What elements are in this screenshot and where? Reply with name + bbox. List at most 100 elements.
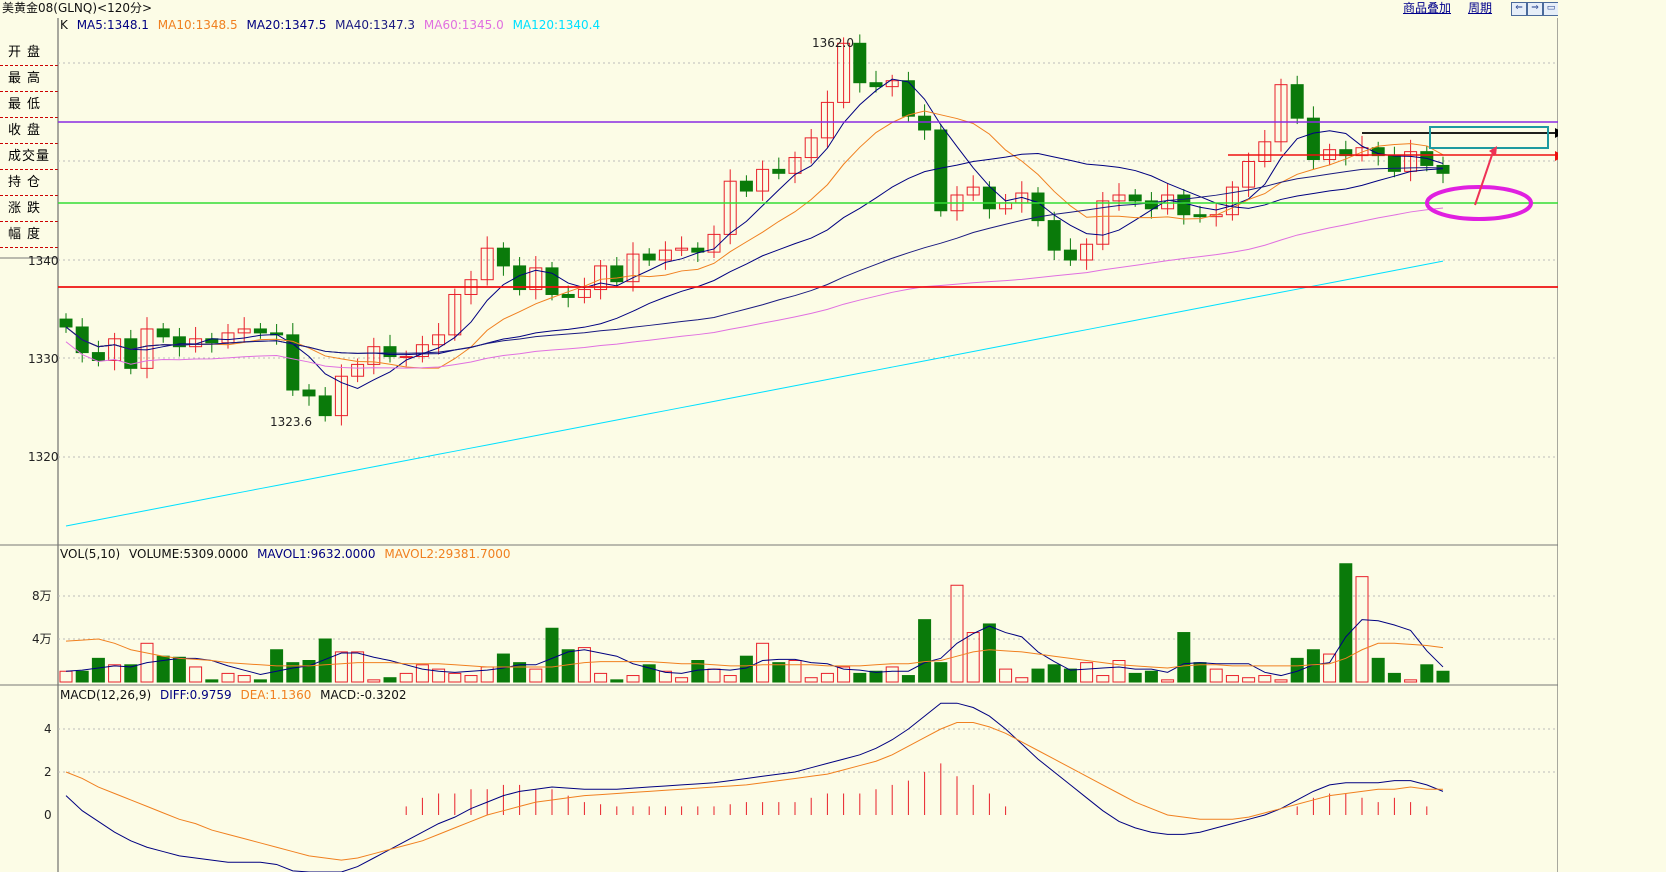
volume-bar [1258, 675, 1272, 683]
volume-bar [853, 672, 867, 683]
volume-bar [351, 651, 365, 683]
volume-bar [383, 677, 397, 683]
chart-window: { "titlebar": { "title": "美黄金08(GLNQ)<12… [0, 0, 1666, 872]
candle-down [1177, 194, 1191, 216]
volume-bar [1274, 679, 1288, 683]
volume-bar [189, 666, 203, 683]
candle-down [59, 318, 73, 328]
volume-bar [1242, 677, 1256, 683]
volume-bar [982, 623, 996, 683]
vol-tick-4w: 4万 [32, 632, 52, 646]
pink-arrow-line [1474, 151, 1494, 206]
candle-down [610, 265, 624, 283]
volume-bar [1371, 657, 1385, 683]
volume-bar [626, 675, 640, 683]
volume-bar [464, 675, 478, 683]
volume-bar [448, 672, 462, 683]
macd-tick-0: 0 [44, 808, 52, 822]
candle-down [1063, 249, 1077, 261]
volume-bar [399, 672, 413, 683]
volume-bar [334, 651, 348, 683]
ma60-line [65, 207, 1444, 369]
candle-down [302, 389, 316, 397]
volume-bar [1323, 653, 1337, 683]
teal-target-box [1429, 126, 1549, 149]
volume-bar [1387, 672, 1401, 683]
volume-bar [1112, 660, 1126, 683]
macd-tick-2: 2 [44, 765, 52, 779]
volume-bar [1128, 672, 1142, 683]
ma10-line [65, 110, 1444, 369]
candle-down [642, 253, 656, 261]
right-side-strip [1558, 0, 1566, 872]
volume-bar [1031, 668, 1045, 683]
volume-bar [1047, 664, 1061, 683]
candle-down [1387, 155, 1401, 172]
volume-bar [1096, 675, 1110, 683]
volume-bar [1177, 632, 1191, 683]
volume-bar [1161, 679, 1175, 683]
volume-bar [253, 679, 267, 683]
volume-bar [1420, 664, 1434, 683]
volume-bar [59, 670, 73, 683]
candle-down [934, 129, 948, 212]
price-tick-1340: 1340 [28, 254, 59, 268]
price-tick-1320: 1320 [28, 450, 59, 464]
volume-bar [75, 670, 89, 683]
chart-canvas[interactable]: 1340 1330 1320 8万 4万 4 2 0 1362.0 1323.6 [0, 0, 1666, 872]
dea-line [65, 722, 1443, 861]
volume-bar [318, 638, 332, 683]
candle-down [318, 395, 332, 417]
volume-bar [772, 662, 786, 683]
candle-down [383, 346, 397, 358]
candle-up [399, 356, 413, 359]
volume-bar [675, 677, 689, 683]
candle-down [1128, 194, 1142, 202]
volume-bar [561, 649, 575, 683]
volume-bar [1015, 677, 1029, 683]
volume-bar [950, 584, 964, 683]
volume-bar [594, 672, 608, 683]
volume-bar [577, 647, 591, 683]
volume-bar [91, 657, 105, 683]
low-marker: 1323.6 [270, 415, 312, 429]
candle-down [739, 180, 753, 192]
volume-bar [918, 619, 932, 683]
volume-bar [1209, 668, 1223, 683]
volume-bar [172, 656, 186, 683]
volume-bar [1290, 657, 1304, 683]
vol-tick-8w: 8万 [32, 589, 52, 603]
volume-bar [1404, 679, 1418, 683]
volume-bar [545, 627, 559, 683]
volume-bar [1306, 649, 1320, 683]
volume-bar [966, 632, 980, 683]
volume-bar [885, 666, 899, 683]
candle-down [853, 42, 867, 84]
candle-down [918, 115, 932, 131]
candle-down [156, 328, 170, 338]
volume-bar [1144, 670, 1158, 683]
volume-bar [1063, 668, 1077, 683]
volume-bar [999, 668, 1013, 683]
volume-bar [901, 675, 915, 683]
volume-bar [804, 677, 818, 683]
volume-bar [723, 675, 737, 683]
candle-down [545, 267, 559, 295]
volume-bar [1080, 662, 1094, 683]
volume-bar [1339, 563, 1353, 683]
high-marker: 1362.0 [812, 36, 854, 50]
ma5-line [65, 78, 1444, 389]
candle-down [869, 82, 883, 88]
price-tick-1330: 1330 [28, 352, 59, 366]
volume-bar [1225, 675, 1239, 683]
candle-down [1047, 220, 1061, 251]
volume-bar [820, 672, 834, 683]
volume-bar [1355, 576, 1369, 683]
candle-down [1306, 117, 1320, 161]
volume-bar [415, 664, 429, 683]
candle-down [1290, 84, 1304, 119]
volume-bar [237, 675, 251, 683]
volume-bar [739, 655, 753, 683]
volume-bar [108, 664, 122, 683]
volume-bar [869, 670, 883, 683]
